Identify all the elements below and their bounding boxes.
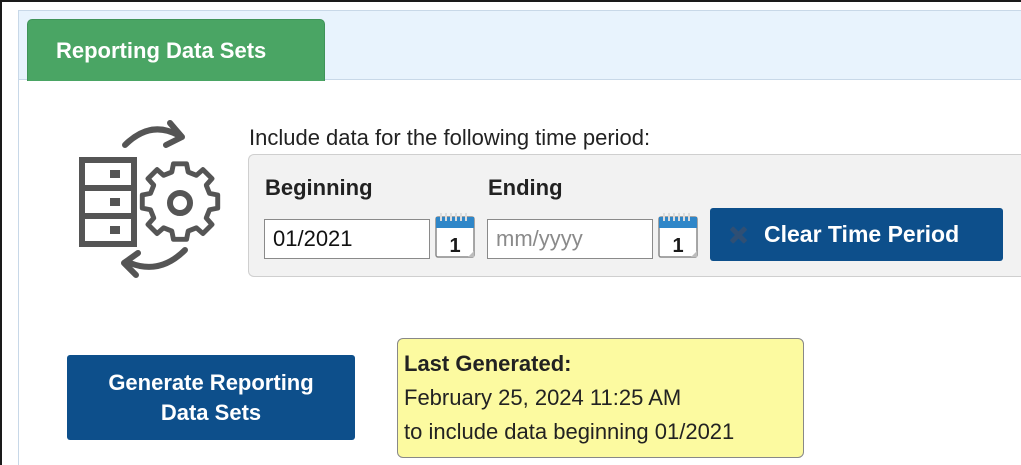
calendar-day-text: 1 bbox=[672, 235, 683, 257]
content-border bbox=[18, 80, 19, 465]
close-icon bbox=[728, 225, 748, 245]
last-generated-heading: Last Generated: bbox=[404, 351, 572, 376]
time-period-panel: Beginning Ending 1 1 Clear Time Period bbox=[248, 154, 1021, 277]
tab-bar: Reporting Data Sets bbox=[18, 10, 1021, 81]
generate-label-line2: Data Sets bbox=[160, 399, 262, 425]
generate-reporting-data-sets-button[interactable]: Generate Reporting Data Sets bbox=[67, 355, 355, 440]
clear-time-period-label: Clear Time Period bbox=[764, 221, 960, 247]
calendar-day-text: 1 bbox=[449, 235, 460, 257]
ending-label: Ending bbox=[488, 175, 563, 200]
beginning-label: Beginning bbox=[265, 175, 373, 200]
calendar-icon[interactable]: 1 bbox=[434, 211, 478, 259]
calendar-icon[interactable]: 1 bbox=[657, 211, 701, 259]
last-generated-note: to include data beginning 01/2021 bbox=[404, 419, 735, 444]
beginning-date-input[interactable] bbox=[264, 219, 430, 259]
data-sync-gear-icon bbox=[70, 115, 230, 280]
generate-label-line1: Generate Reporting bbox=[108, 369, 314, 395]
tab-reporting-data-sets[interactable]: Reporting Data Sets bbox=[27, 19, 325, 81]
last-generated-datetime: February 25, 2024 11:25 AM bbox=[404, 385, 682, 410]
clear-time-period-button[interactable]: Clear Time Period bbox=[710, 208, 1003, 261]
time-period-prompt: Include data for the following time peri… bbox=[249, 125, 651, 150]
ending-date-input[interactable] bbox=[487, 219, 653, 259]
last-generated-info: Last Generated: February 25, 2024 11:25 … bbox=[397, 338, 804, 458]
